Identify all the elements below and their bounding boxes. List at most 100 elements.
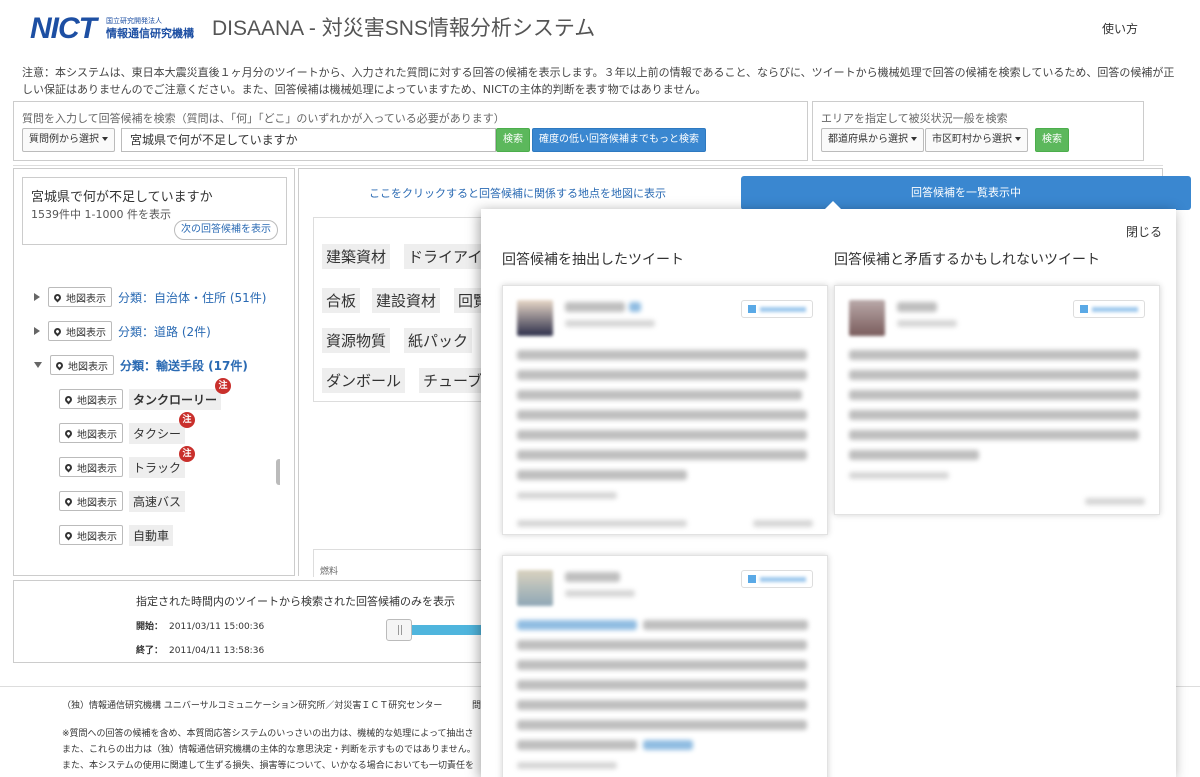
answer-word[interactable]: 紙パック bbox=[404, 328, 473, 353]
answer-word[interactable]: 合板 bbox=[322, 288, 361, 313]
blurred-text bbox=[897, 320, 957, 327]
answer-word[interactable]: 建築資材 bbox=[322, 244, 391, 269]
answer-word[interactable]: 回覧 bbox=[454, 288, 482, 313]
time-end-row: 終了： 2011/04/11 13:58:36 bbox=[136, 643, 264, 656]
tweet-card[interactable] bbox=[502, 555, 828, 777]
blurred-text bbox=[849, 472, 949, 479]
blurred-text bbox=[517, 680, 807, 690]
category-label[interactable]: 分類：自治体・住所 (51件) bbox=[118, 289, 266, 306]
city-select[interactable]: 市区町村から選択 bbox=[925, 128, 1028, 152]
map-display-button[interactable]: 地図表示 bbox=[59, 423, 123, 443]
popup-caret bbox=[825, 201, 841, 209]
list-view-toggle[interactable]: 回答候補を一覧表示中 bbox=[741, 176, 1191, 210]
help-link[interactable]: 使い方 bbox=[1102, 20, 1138, 37]
fuel-label: 燃料 bbox=[320, 567, 339, 577]
map-display-button[interactable]: 地図表示 bbox=[59, 389, 123, 409]
chevron-down-icon bbox=[911, 137, 917, 141]
blurred-text bbox=[517, 520, 687, 527]
answer-term-label: トラック bbox=[133, 460, 182, 475]
fuel-box: 燃料 bbox=[313, 549, 483, 577]
question-search-panel: 質問を入力して回答候補を検索（質問は、「何」「どこ」のいずれかが入っている必要が… bbox=[13, 101, 808, 161]
contradicting-tweet-card[interactable] bbox=[834, 285, 1160, 515]
map-pin-icon bbox=[63, 428, 74, 438]
map-display-button[interactable]: 地図表示 bbox=[50, 355, 114, 375]
map-link[interactable]: ここをクリックすると回答候補に関係する地点を地図に表示 bbox=[369, 185, 666, 201]
warning-badge[interactable]: 注 bbox=[179, 411, 196, 428]
answer-term[interactable]: トラック注 bbox=[129, 445, 196, 478]
category-label[interactable]: 分類：道路 (2件) bbox=[118, 323, 211, 340]
map-display-button[interactable]: 地図表示 bbox=[48, 287, 112, 307]
tree-item-row[interactable]: 地図表示 自動車 bbox=[59, 523, 174, 547]
answer-word[interactable]: 資源物質 bbox=[322, 328, 391, 353]
follow-button[interactable] bbox=[741, 300, 813, 318]
tweet-card[interactable] bbox=[502, 285, 828, 535]
map-pin-icon bbox=[54, 360, 65, 370]
logo-subtitle: 国立研究開発法人 bbox=[106, 17, 162, 25]
answer-term[interactable]: タンクローリー注 bbox=[129, 377, 232, 410]
time-slider-handle[interactable] bbox=[386, 619, 412, 641]
question-example-select[interactable]: 質問例から選択 bbox=[22, 128, 115, 152]
tree-category-row[interactable]: 地図表示 分類：道路 (2件) bbox=[34, 319, 211, 343]
map-display-label: 地図表示 bbox=[77, 463, 117, 475]
tree-item-row[interactable]: 地図表示 高速バス bbox=[59, 489, 186, 513]
answer-word[interactable]: チューブ bbox=[419, 368, 482, 393]
blurred-text bbox=[517, 620, 637, 630]
question-input[interactable]: 宮城県で何が不足していますか bbox=[121, 128, 496, 152]
expand-arrow-icon[interactable] bbox=[34, 293, 40, 301]
map-display-button[interactable]: 地図表示 bbox=[59, 457, 123, 477]
time-start-label: 開始： bbox=[136, 622, 164, 632]
app-title: DISAANA - 対災害SNS情報分析システム bbox=[212, 17, 596, 40]
warning-badge[interactable]: 注 bbox=[215, 377, 232, 394]
prefecture-select[interactable]: 都道府県から選択 bbox=[821, 128, 924, 152]
map-display-label: 地図表示 bbox=[68, 361, 108, 373]
footer-contact[interactable]: 問 bbox=[472, 698, 481, 711]
city-select-label: 市区町村から選択 bbox=[932, 134, 1012, 145]
warning-badge[interactable]: 注 bbox=[179, 445, 196, 462]
map-display-button[interactable]: 地図表示 bbox=[59, 525, 123, 545]
answer-term[interactable]: タクシー注 bbox=[129, 411, 196, 444]
blurred-text bbox=[849, 410, 1139, 420]
blurred-text bbox=[897, 302, 937, 312]
category-label[interactable]: 分類：輸送手段 (17件) bbox=[120, 357, 248, 374]
blurred-text bbox=[753, 520, 813, 527]
blurred-text bbox=[517, 740, 637, 750]
footer-disclaimer: ※質問への回答の候補を含め、本質問応答システムのいっさいの出力は、機械的な処理に… bbox=[62, 726, 482, 774]
expand-arrow-icon[interactable] bbox=[34, 327, 40, 335]
answer-term[interactable]: 高速バス bbox=[129, 490, 186, 512]
next-answers-button[interactable]: 次の回答候補を表示 bbox=[174, 220, 278, 240]
collapse-arrow-icon[interactable] bbox=[34, 362, 42, 368]
logo-name: 情報通信研究機構 bbox=[106, 27, 194, 40]
blurred-text bbox=[517, 410, 807, 420]
follow-button[interactable] bbox=[1073, 300, 1145, 318]
map-display-label: 地図表示 bbox=[77, 531, 117, 543]
blurred-text bbox=[643, 740, 693, 750]
search-button[interactable]: 検索 bbox=[496, 128, 530, 152]
area-search-button[interactable]: 検索 bbox=[1035, 128, 1069, 152]
popup-close-button[interactable]: 閉じる bbox=[1126, 223, 1162, 240]
question-search-label: 質問を入力して回答候補を検索（質問は、「何」「どこ」のいずれかが入っている必要が… bbox=[22, 112, 505, 125]
sidebar-scrollbar[interactable] bbox=[276, 459, 280, 485]
answer-term[interactable]: 自動車 bbox=[129, 524, 174, 546]
answer-sidebar: 宮城県で何が不足していますか 1539件中 1-1000 件を表示 次の回答候補… bbox=[13, 168, 295, 576]
area-search-panel: エリアを指定して被災状況一般を検索 都道府県から選択 市区町村から選択 検索 bbox=[812, 101, 1144, 161]
tweet-avatar bbox=[849, 300, 885, 336]
tree-category-row[interactable]: 地図表示 分類：輸送手段 (17件) bbox=[34, 353, 248, 377]
nict-logo[interactable]: NICT 国立研究開発法人 情報通信研究機構 bbox=[30, 13, 200, 45]
tree-item-row[interactable]: 地図表示 タンクローリー注 bbox=[59, 377, 232, 411]
tree-item-row[interactable]: 地図表示 タクシー注 bbox=[59, 411, 196, 445]
map-pin-icon bbox=[63, 394, 74, 404]
blurred-text bbox=[517, 450, 807, 460]
answer-word[interactable]: ダンボール bbox=[322, 368, 406, 393]
map-display-button[interactable]: 地図表示 bbox=[48, 321, 112, 341]
answer-word[interactable]: ドライアイ bbox=[404, 244, 482, 269]
map-display-label: 地図表示 bbox=[66, 293, 106, 305]
follow-button[interactable] bbox=[741, 570, 813, 588]
tree-item-row[interactable]: 地図表示 トラック注 bbox=[59, 445, 196, 479]
tweet-avatar bbox=[517, 300, 553, 336]
more-search-button[interactable]: 確度の低い回答候補までもっと検索 bbox=[532, 128, 706, 152]
answer-word[interactable]: 建設資材 bbox=[372, 288, 441, 313]
tree-category-row[interactable]: 地図表示 分類：自治体・住所 (51件) bbox=[34, 285, 266, 309]
blurred-text bbox=[1085, 498, 1145, 505]
blurred-text bbox=[565, 320, 655, 327]
map-display-button[interactable]: 地図表示 bbox=[59, 491, 123, 511]
